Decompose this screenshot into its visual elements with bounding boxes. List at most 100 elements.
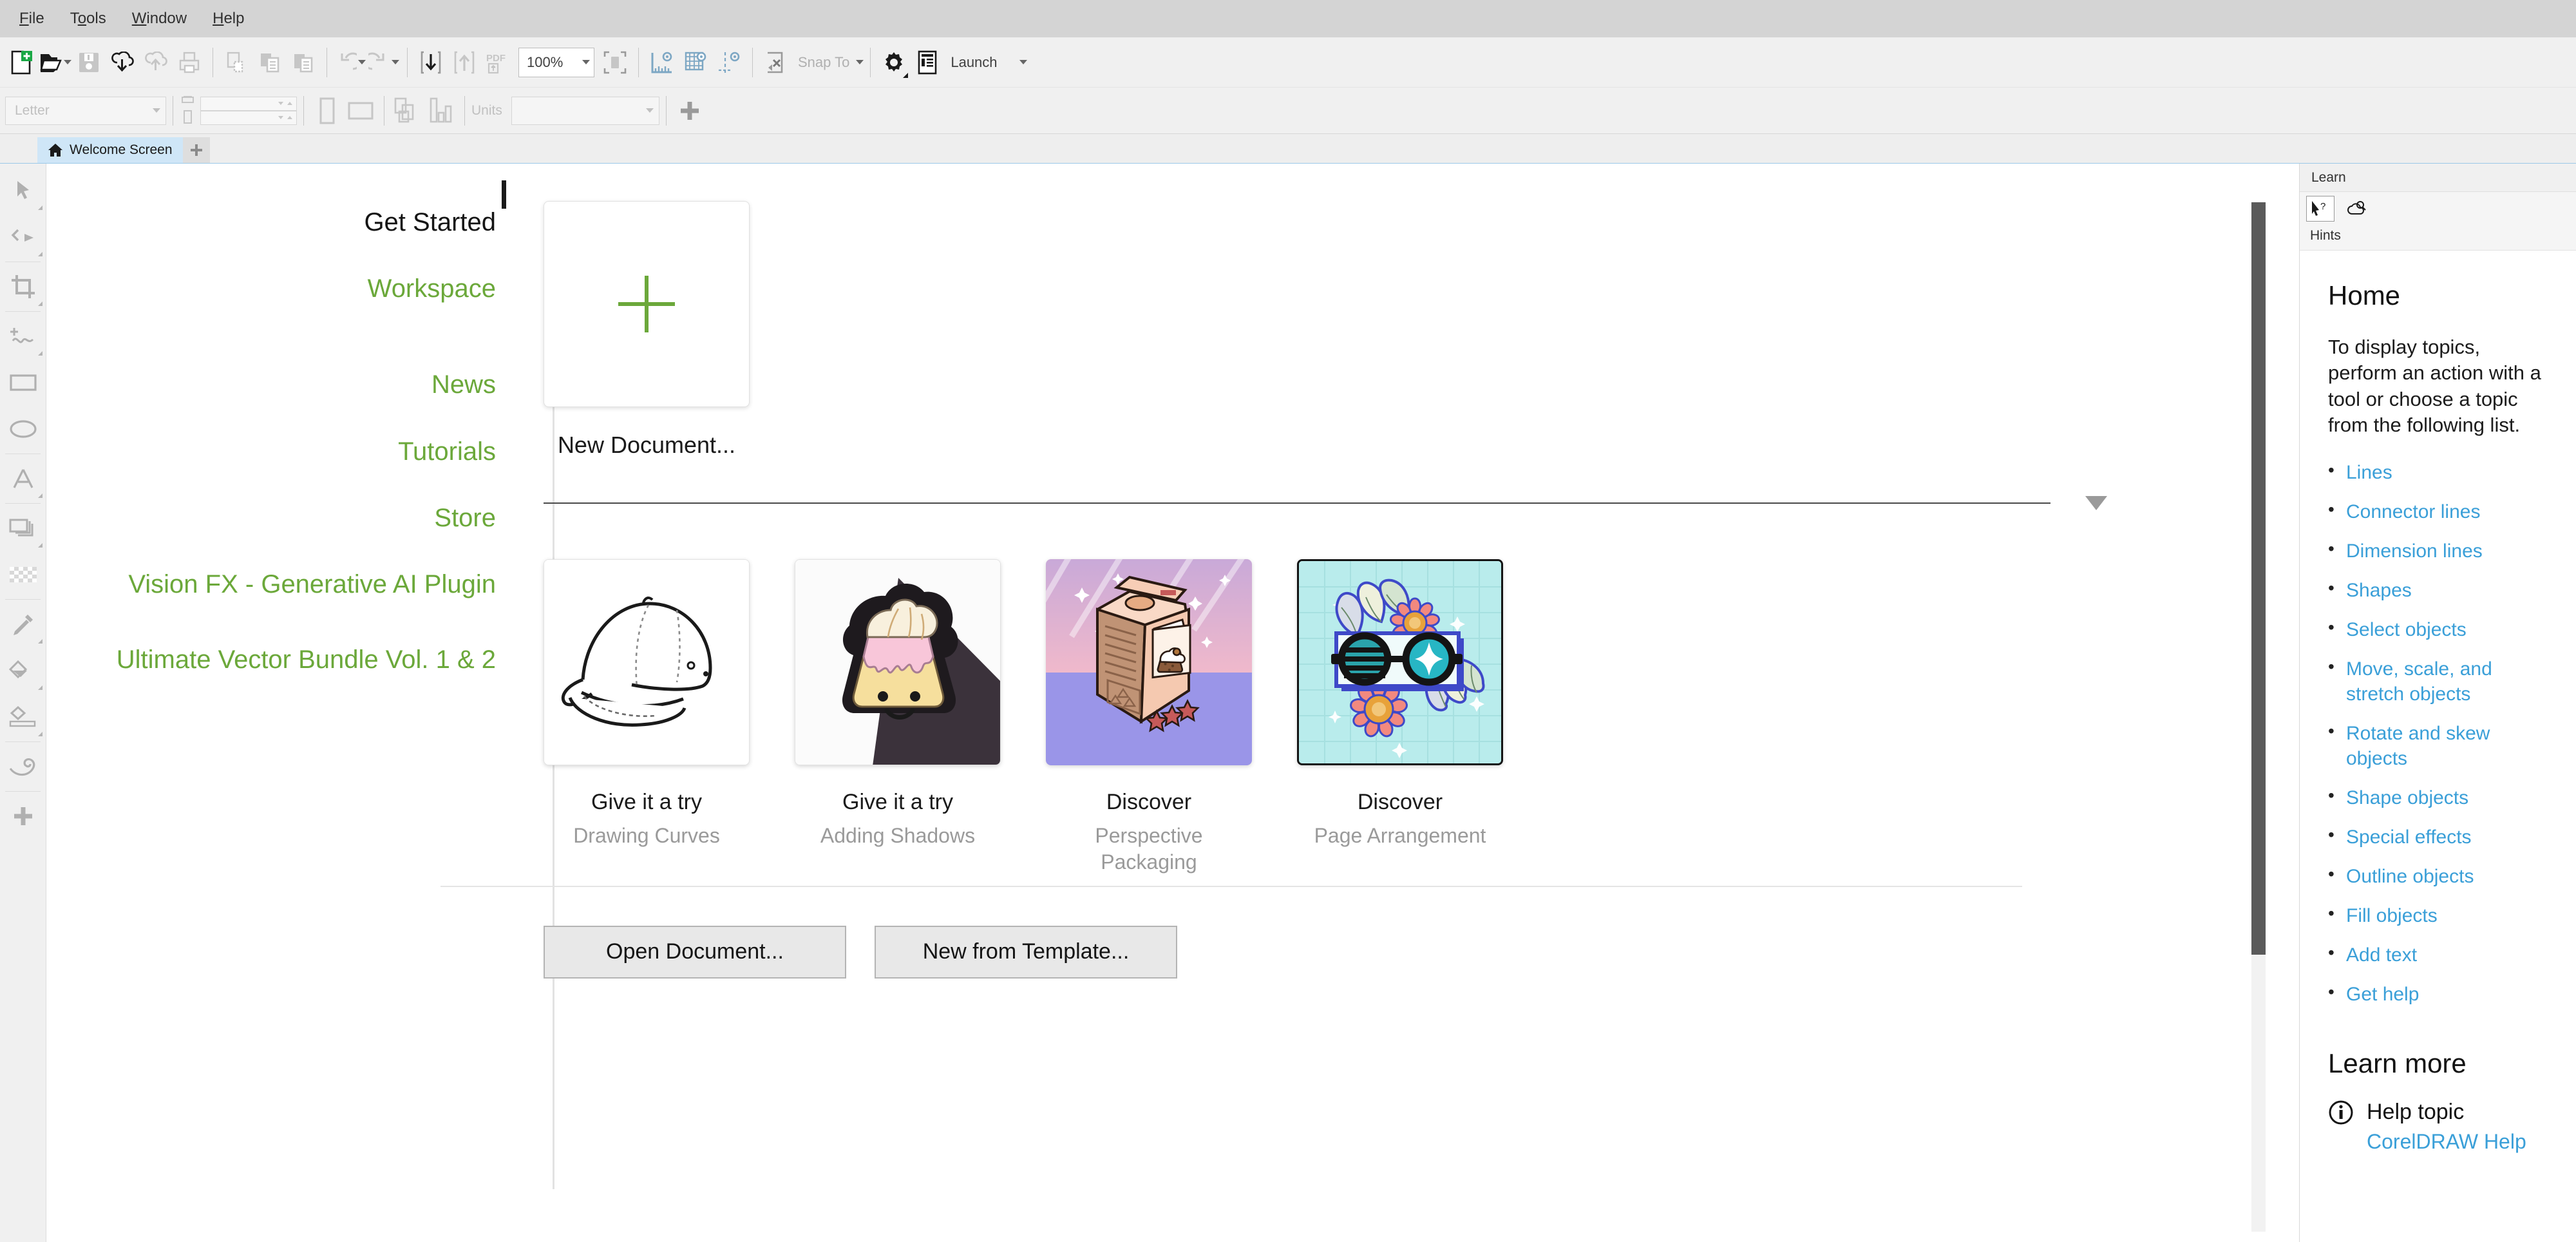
nav-item-news[interactable]: News <box>46 363 510 406</box>
transparency-tool[interactable] <box>0 551 46 598</box>
undo-dropdown-caret[interactable] <box>358 60 366 64</box>
card-thumbnail[interactable] <box>1046 559 1252 765</box>
menu-tools[interactable]: Tools <box>57 6 119 32</box>
flyout-arrow[interactable] <box>38 301 43 306</box>
menu-window[interactable]: Window <box>119 6 200 32</box>
page-width-field[interactable] <box>200 96 297 111</box>
flyout-arrow[interactable] <box>38 685 43 690</box>
grid-icon[interactable] <box>679 44 712 81</box>
rectangle-tool[interactable] <box>0 359 46 406</box>
page-height-field[interactable] <box>200 110 297 125</box>
topic-shapes[interactable]: Shapes <box>2328 577 2554 603</box>
options-gear-icon[interactable] <box>877 44 911 81</box>
card-page-arrangement[interactable]: Discover Page Arrangement <box>1297 559 1503 875</box>
topic-outline-objects[interactable]: Outline objects <box>2328 863 2554 889</box>
flyout-arrow[interactable] <box>38 351 43 356</box>
effects-tool[interactable] <box>0 743 46 790</box>
menu-file[interactable]: File <box>6 6 57 32</box>
crop-tool[interactable] <box>0 263 46 310</box>
launch-dropdown-caret[interactable] <box>1019 60 1027 64</box>
scrollbar-thumb[interactable] <box>2251 202 2266 955</box>
hints-tab-label[interactable]: Hints <box>2306 222 2570 250</box>
topic-dimension-lines[interactable]: Dimension lines <box>2328 537 2554 564</box>
page-size-combobox[interactable]: Letter <box>5 96 166 125</box>
snap-to-caret[interactable] <box>856 60 864 64</box>
nav-item-get-started[interactable]: Get Started <box>46 201 510 244</box>
toolbar-separator <box>303 95 304 126</box>
coreldraw-help-link[interactable]: CorelDRAW Help <box>2367 1129 2526 1155</box>
open-dropdown-caret[interactable] <box>64 60 71 64</box>
topic-fill-objects[interactable]: Fill objects <box>2328 902 2554 928</box>
tab-welcome-screen[interactable]: Welcome Screen <box>37 137 183 163</box>
topic-add-text[interactable]: Add text <box>2328 941 2554 968</box>
new-document-icon[interactable] <box>5 44 39 81</box>
open-document-icon[interactable] <box>39 44 72 81</box>
add-tool-button[interactable] <box>0 793 46 839</box>
zoom-dropdown-caret[interactable] <box>582 60 590 64</box>
page-chart-icon[interactable] <box>424 93 458 129</box>
rulers-icon[interactable] <box>645 44 679 81</box>
open-document-button[interactable]: Open Document... <box>544 925 846 979</box>
nav-item-store[interactable]: Store <box>46 497 510 540</box>
section-divider <box>544 502 2050 504</box>
topic-get-help[interactable]: Get help <box>2328 980 2554 1007</box>
topic-special-effects[interactable]: Special effects <box>2328 823 2554 850</box>
launch-app-icon[interactable] <box>911 44 944 81</box>
flyout-arrow[interactable] <box>38 252 43 256</box>
eyedropper-tool[interactable] <box>0 601 46 647</box>
freehand-tool[interactable] <box>0 313 46 359</box>
parallel-dimension-tool[interactable] <box>0 505 46 551</box>
snap-to-label[interactable]: Snap To <box>798 54 849 71</box>
units-caret[interactable] <box>645 108 654 113</box>
pick-tool[interactable] <box>0 167 46 214</box>
landscape-orientation-icon[interactable] <box>344 93 377 129</box>
units-combobox[interactable] <box>511 96 659 125</box>
shape-tool[interactable] <box>0 214 46 260</box>
flyout-arrow[interactable] <box>38 543 43 548</box>
card-drawing-curves[interactable]: Give it a try Drawing Curves <box>544 559 750 875</box>
nav-item-workspace[interactable]: Workspace <box>46 267 510 310</box>
toolbar-separator <box>407 47 408 77</box>
card-adding-shadows[interactable]: Give it a try Adding Shadows <box>795 559 1001 875</box>
import-icon[interactable] <box>414 44 448 81</box>
outline-tool[interactable] <box>0 694 46 740</box>
add-page-icon[interactable] <box>673 93 706 129</box>
nav-item-ultimate-vector-bundle[interactable]: Ultimate Vector Bundle Vol. 1 & 2 <box>46 638 510 682</box>
flyout-arrow[interactable] <box>38 732 43 736</box>
redo-dropdown-caret[interactable] <box>392 60 399 64</box>
topic-rotate-skew-objects[interactable]: Rotate and skew objects <box>2328 720 2554 771</box>
hints-button[interactable]: ? <box>2306 196 2334 222</box>
topic-shape-objects[interactable]: Shape objects <box>2328 784 2554 810</box>
page-size-caret[interactable] <box>153 108 160 113</box>
fill-tool[interactable] <box>0 647 46 694</box>
page-layout-icon[interactable] <box>391 93 424 129</box>
search-cloud-button[interactable] <box>2342 196 2371 222</box>
topic-lines[interactable]: Lines <box>2328 459 2554 485</box>
flyout-arrow[interactable] <box>38 493 43 498</box>
nav-item-vision-fx[interactable]: Vision FX - Generative AI Plugin <box>46 563 510 606</box>
topic-select-objects[interactable]: Select objects <box>2328 616 2554 642</box>
card-thumbnail[interactable] <box>795 559 1001 765</box>
welcome-scrollbar[interactable] <box>2251 202 2266 1232</box>
ellipse-tool[interactable] <box>0 406 46 452</box>
add-tab-button[interactable] <box>182 137 210 163</box>
portrait-orientation-icon[interactable] <box>310 93 344 129</box>
topic-move-scale-stretch-objects[interactable]: Move, scale, and stretch objects <box>2328 655 2554 707</box>
bottom-divider <box>440 885 2022 887</box>
launch-label[interactable]: Launch <box>951 54 997 71</box>
new-from-template-button[interactable]: New from Template... <box>875 925 1177 979</box>
menu-help[interactable]: Help <box>200 6 257 32</box>
chevron-down-icon[interactable] <box>2085 496 2107 510</box>
text-tool[interactable] <box>0 455 46 502</box>
flyout-arrow[interactable] <box>38 639 43 644</box>
card-thumbnail[interactable] <box>1297 559 1503 765</box>
topic-connector-lines[interactable]: Connector lines <box>2328 498 2554 524</box>
flyout-arrow[interactable] <box>38 205 43 210</box>
card-perspective-packaging[interactable]: Discover Perspective Packaging <box>1046 559 1252 875</box>
nav-item-tutorials[interactable]: Tutorials <box>46 430 510 473</box>
new-document-card[interactable] <box>544 201 750 407</box>
guidelines-icon[interactable] <box>712 44 746 81</box>
zoom-level-combobox[interactable]: 100% <box>518 47 594 77</box>
card-thumbnail[interactable] <box>544 559 750 765</box>
cloud-download-icon[interactable] <box>106 44 139 81</box>
